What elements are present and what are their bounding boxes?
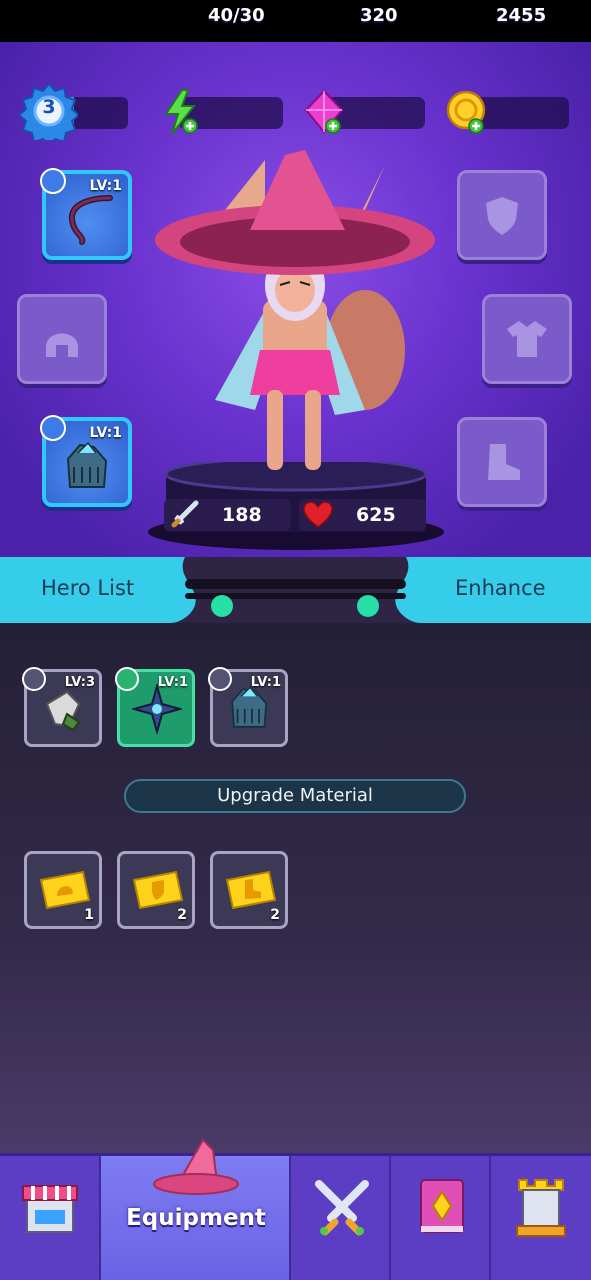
weapon-slot[interactable]: LV:1 [40,168,132,260]
wrench-tag-icon [40,415,66,441]
card-level: LV:3 [64,675,95,690]
gold-value: 2455 [496,5,547,26]
spellbook-icon [420,1179,464,1233]
card-level: LV:1 [250,675,281,690]
helmet-slot[interactable] [17,294,107,384]
helmet-icon [46,333,78,357]
shield-icon [486,197,518,235]
nav-battle[interactable] [291,1156,391,1280]
gold-coin-icon [446,90,486,134]
attack-value: 188 [222,504,262,526]
nav-castle[interactable] [491,1156,591,1280]
material-card-boot-ticket[interactable]: 2 [210,851,288,929]
boots-slot[interactable] [457,417,547,507]
energy-bolt-icon [164,89,198,135]
shield-slot[interactable] [457,170,547,260]
nav-codex[interactable] [391,1156,491,1280]
boot-ticket-icon [225,870,277,910]
hero-witch-character[interactable] [155,150,435,480]
armor-ticket-icon [132,870,184,910]
wrench-tag-icon [208,667,232,691]
nav-equipment-label: Equipment [126,1205,266,1231]
nav-shop[interactable] [0,1156,101,1280]
sword-tag-icon [115,667,139,691]
sword-icon [171,500,199,528]
whip-weapon-icon [68,195,113,245]
crossed-swords-icon [315,1180,369,1236]
material-count: 1 [84,907,94,923]
weapon-level: LV:1 [89,178,122,194]
gem-value: 320 [360,5,398,26]
upgrade-material-header: Upgrade Material [124,779,466,813]
material-count: 2 [270,907,280,923]
equipment-card-gauntlet[interactable]: LV:3 [22,667,102,747]
card-level: LV:1 [157,675,188,690]
boot-icon [488,444,520,480]
tab-enhance[interactable]: Enhance [455,576,546,600]
helmet-ticket-icon [39,870,91,910]
material-card-helmet-ticket[interactable]: 1 [24,851,102,929]
gloves-slot[interactable]: LV:1 [40,415,132,507]
material-card-armor-ticket[interactable]: 2 [117,851,195,929]
energy-value: 40/30 [208,5,265,26]
witch-hat-icon [153,1138,239,1195]
gauntlet-icon [45,690,81,732]
player-level: 3 [42,96,56,118]
tab-hero-list[interactable]: Hero List [41,576,134,600]
shuriken-icon [132,684,182,734]
wrench-tag-icon [22,667,46,691]
gem-icon [304,89,344,134]
armor-slot[interactable] [482,294,572,384]
gloves-level: LV:1 [89,425,122,441]
shirt-icon [507,321,547,357]
castle-tower-icon [516,1179,566,1237]
heart-icon [303,501,333,528]
sword-tag-icon [40,168,66,194]
material-count: 2 [177,907,187,923]
health-value: 625 [356,504,396,526]
armored-glove-icon [66,441,108,488]
shop-icon [22,1185,78,1233]
equipment-card-armored-glove[interactable]: LV:1 [208,667,288,747]
equipment-card-shuriken[interactable]: LV:1 [115,667,195,747]
